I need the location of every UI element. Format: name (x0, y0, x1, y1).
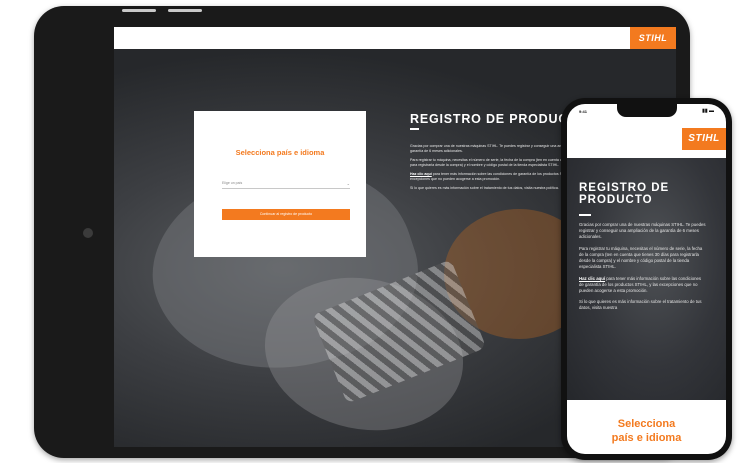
card-title-line: Selecciona (617, 418, 676, 430)
phone-notch (617, 104, 677, 117)
select-placeholder: Elige un país (222, 181, 243, 185)
phone-screen: 9:41 ▮▮ ▬ STIHL REGISTRO DE PRODUCTO Gra… (567, 104, 726, 454)
tablet-top-button (168, 9, 202, 12)
intro-text: Gracias por comprar una de nuestras máqu… (579, 222, 707, 317)
tablet-top-button (122, 9, 156, 12)
country-language-card: Selecciona país e idioma Elige un país ⌄… (194, 111, 366, 257)
page-title: REGISTRO DE PRODUCTO (579, 182, 669, 206)
chevron-down-icon: ⌄ (346, 181, 350, 186)
signal-battery-icon: ▮▮ ▬ (702, 108, 714, 114)
title-underline (410, 128, 419, 130)
site-header: STIHL (114, 27, 676, 49)
country-select[interactable]: Elige un país ⌄ (222, 179, 350, 189)
title-underline (579, 214, 591, 216)
card-title-line: país e idioma (611, 431, 682, 444)
paragraph: Gracias por comprar una de nuestras máqu… (579, 222, 706, 240)
mobile-header: STIHL (567, 120, 726, 158)
more-info-link[interactable]: Haz clic aquí (579, 276, 605, 281)
status-time: 9:41 (579, 109, 588, 114)
stihl-logo[interactable]: STIHL (682, 128, 726, 150)
paragraph: Para registrar tu máquina, necesitas el … (579, 245, 703, 270)
phone-device: 9:41 ▮▮ ▬ STIHL REGISTRO DE PRODUCTO Gra… (561, 98, 732, 460)
continue-button[interactable]: Continuar al registro de producto (222, 209, 350, 220)
title-line: REGISTRO DE (579, 182, 670, 194)
more-info-link[interactable]: Haz clic aquí (410, 172, 432, 176)
paragraph: Si lo que quieres es más información sob… (579, 299, 702, 311)
country-language-card[interactable]: Selecciona país e idioma (567, 400, 726, 454)
paragraph: Haz clic aquí para tener más información… (579, 275, 702, 293)
card-title: Selecciona país e idioma (235, 148, 325, 157)
stihl-logo[interactable]: STIHL (630, 27, 676, 49)
title-line: PRODUCTO (579, 194, 653, 207)
tablet-camera (83, 228, 93, 238)
card-title: Selecciona país e idioma (567, 418, 726, 446)
